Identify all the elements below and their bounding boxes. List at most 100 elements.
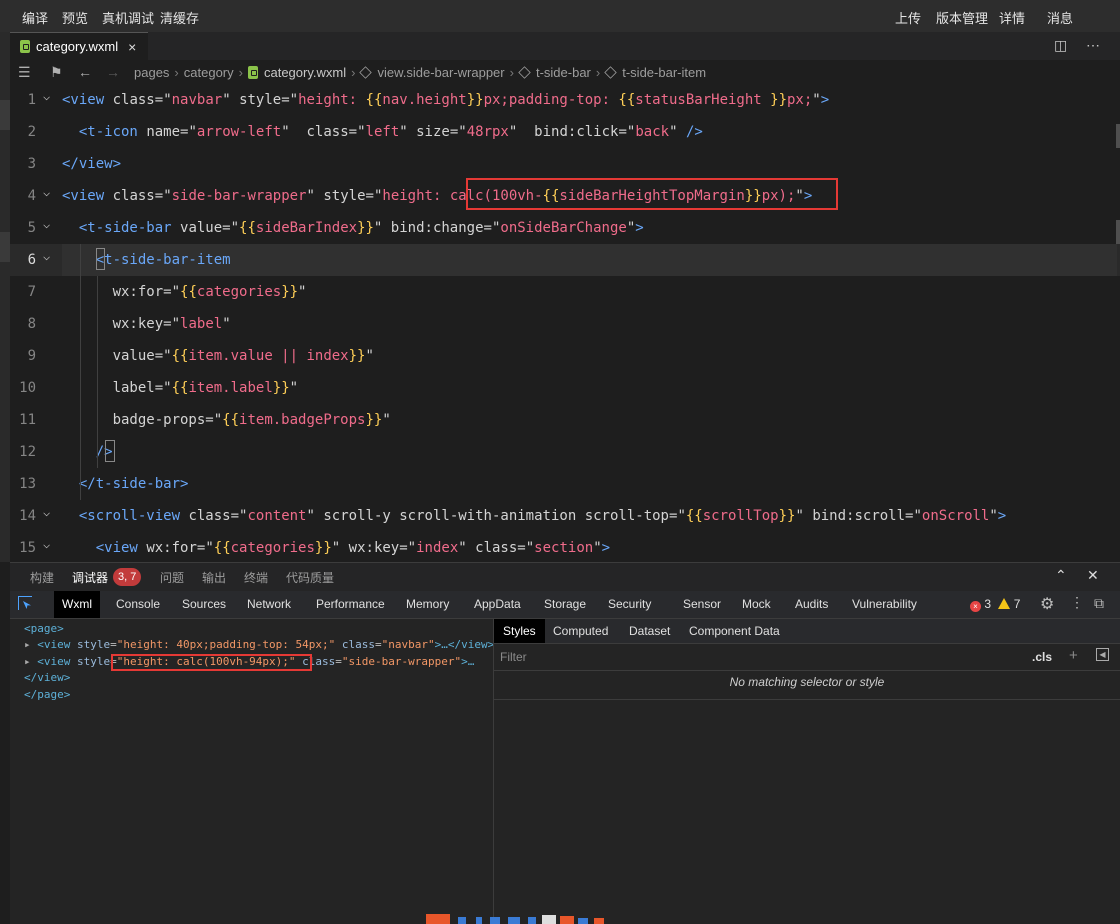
code-text: <t-icon name="arrow-left" class="left" s… (78, 124, 703, 140)
devtools-tab-storage[interactable]: Storage (536, 591, 594, 618)
cls-toggle-button[interactable]: .cls (1032, 650, 1052, 664)
list-icon[interactable]: ☰ (18, 64, 36, 81)
debugger-count-badge: 3, 7 (113, 568, 142, 586)
code-line[interactable]: 11 badge-props="{{item.badgeProps}}" (10, 404, 1120, 436)
styles-filter-input[interactable]: Filter (500, 650, 527, 664)
code-text: <view class="navbar" style="height: {{na… (62, 92, 830, 108)
fold-chevron-icon[interactable]: ⌵ (43, 208, 50, 240)
breadcrumb-item-view[interactable]: view.side-bar-wrapper (377, 65, 504, 80)
code-line[interactable]: 12/> (10, 436, 1120, 468)
code-line[interactable]: 8 wx:key="label" (10, 308, 1120, 340)
expand-triangle-icon[interactable]: ▸ (24, 655, 31, 668)
panel-tab-debugger[interactable]: 调试器 (72, 569, 108, 586)
code-line[interactable]: 9 value="{{item.value || index}}" (10, 340, 1120, 372)
devtools-tab-sources[interactable]: Sources (174, 591, 234, 618)
error-count: 3 (984, 597, 992, 611)
code-line[interactable]: 5 ⌵ <t-side-bar value="{{sideBarIndex}}" b… (10, 212, 1120, 244)
indent-guide (80, 244, 81, 500)
preview-button[interactable]: 预览 (62, 8, 88, 27)
tab-category-wxml[interactable]: category.wxml × (10, 32, 148, 60)
more-actions-icon[interactable]: ⋯ (1086, 37, 1100, 54)
code-line[interactable]: 10 label="{{item.label}}" (10, 372, 1120, 404)
wxml-file-icon (247, 65, 258, 79)
fold-chevron-icon[interactable]: ⌵ (43, 528, 50, 560)
tree-node-navbar[interactable]: ▸ <view style="height: 40px;padding-top:… (24, 637, 494, 653)
panel-tab-problems[interactable]: 问题 (160, 569, 184, 586)
tree-node-page-close[interactable]: </page> (24, 687, 70, 703)
fold-chevron-icon[interactable]: ⌵ (43, 84, 50, 112)
devtools-tab-wxml[interactable]: Wxml (54, 591, 100, 618)
fold-chevron-icon[interactable]: ⌵ (43, 176, 50, 208)
code-text: badge-props="{{item.badgeProps}}" (112, 412, 391, 428)
code-line[interactable]: 6 ⌵ <t-side-bar-item (10, 244, 1120, 276)
panel-tab-output[interactable]: 输出 (202, 569, 226, 586)
code-line[interactable]: 1 ⌵ <view class="navbar" style="height: {{… (10, 84, 1120, 116)
collapse-panel-icon[interactable]: ⌃ (1055, 567, 1067, 584)
clear-cache-button[interactable]: 清缓存 (160, 8, 199, 27)
back-arrow-icon[interactable]: ← (78, 64, 92, 80)
version-management-button[interactable]: 版本管理 (936, 8, 988, 27)
devtools-tab-mock[interactable]: Mock (734, 591, 779, 618)
settings-gear-icon[interactable]: ⚙ (1040, 594, 1054, 614)
forward-arrow-icon[interactable]: → (106, 64, 120, 80)
devtools-tab-appdata[interactable]: AppData (466, 591, 529, 618)
devtools-tab-performance[interactable]: Performance (308, 591, 393, 618)
add-rule-icon[interactable]: + (1069, 647, 1078, 664)
split-editor-icon[interactable]: ◫ (1054, 37, 1067, 54)
devtools-tab-bar: Wxml Console Sources Network Performance… (10, 591, 1120, 619)
code-line[interactable]: 3 </view> (10, 148, 1120, 180)
line-number: 10 (19, 380, 36, 396)
toggle-sidebar-icon[interactable]: ◀ (1096, 648, 1109, 661)
code-text: <scroll-view class="content" scroll-y sc… (78, 508, 1007, 524)
upload-button[interactable]: 上传 (895, 8, 921, 27)
breadcrumb-item-category[interactable]: category (184, 65, 234, 80)
tab-close-icon[interactable]: × (128, 39, 136, 55)
warning-count: 7 (1013, 597, 1021, 611)
panel-tab-build[interactable]: 构建 (30, 569, 54, 586)
code-line[interactable]: 15 ⌵ <view wx:for="{{categories}}" wx:key=… (10, 532, 1120, 560)
panel-tab-terminal[interactable]: 终端 (244, 569, 268, 586)
fold-chevron-icon[interactable]: ⌵ (43, 240, 50, 272)
device-debug-button[interactable]: 真机调试 (102, 8, 154, 27)
devtools-tab-audits[interactable]: Audits (787, 591, 836, 618)
code-line[interactable]: 13 </t-side-bar> (10, 468, 1120, 500)
tree-node-page[interactable]: <page> (24, 621, 64, 637)
code-line[interactable]: 2 <t-icon name="arrow-left" class="left" … (10, 116, 1120, 148)
more-options-icon[interactable]: ⋮ (1070, 594, 1084, 611)
code-line[interactable]: 7 wx:for="{{categories}}" (10, 276, 1120, 308)
close-panel-icon[interactable]: ✕ (1087, 567, 1099, 584)
breadcrumb-item-side-bar[interactable]: t-side-bar (536, 65, 591, 80)
top-toolbar: 编译 预览 真机调试 清缓存 上传 版本管理 详情 消息 (0, 0, 1120, 32)
inspect-element-icon[interactable] (18, 596, 32, 610)
line-number: 15 (19, 540, 36, 556)
code-editor[interactable]: 1 ⌵ <view class="navbar" style="height: {{… (10, 84, 1120, 560)
devtools-tab-console[interactable]: Console (108, 591, 168, 618)
line-number: 14 (19, 508, 36, 524)
details-button[interactable]: 详情 (999, 8, 1025, 27)
fold-chevron-icon[interactable]: ⌵ (43, 496, 50, 528)
tab-component-data[interactable]: Component Data (680, 619, 789, 643)
tree-node-view-close[interactable]: </view> (24, 670, 70, 686)
messages-button[interactable]: 消息 (1047, 8, 1073, 27)
compile-button[interactable]: 编译 (22, 8, 48, 27)
panel-tab-code-quality[interactable]: 代码质量 (286, 569, 334, 586)
devtools-tab-sensor[interactable]: Sensor (675, 591, 729, 618)
code-line[interactable]: 14 ⌵ <scroll-view class="content" scroll-y… (10, 500, 1120, 532)
chevron-right-icon: › (174, 64, 179, 80)
tab-computed[interactable]: Computed (544, 619, 617, 643)
breadcrumb-item-side-bar-item[interactable]: t-side-bar-item (622, 65, 706, 80)
breadcrumb-item-pages[interactable]: pages (134, 65, 169, 80)
wxml-tree-pane[interactable]: <page> ▸ <view style="height: 40px;paddi… (10, 619, 494, 924)
devtools-tab-vulnerability[interactable]: Vulnerability (844, 591, 925, 618)
devtools-tab-network[interactable]: Network (239, 591, 299, 618)
tab-styles[interactable]: Styles (494, 619, 545, 643)
devtools-tab-memory[interactable]: Memory (398, 591, 457, 618)
issue-counter[interactable]: × 3 7 (970, 597, 1020, 612)
bookmark-icon[interactable]: ⚑ (50, 64, 64, 81)
devtools-tab-security[interactable]: Security (600, 591, 659, 618)
wxml-file-icon (20, 40, 30, 53)
dock-icon[interactable]: ⧉ (1094, 595, 1104, 612)
breadcrumb-item-file[interactable]: category.wxml (264, 65, 346, 80)
tab-dataset[interactable]: Dataset (620, 619, 679, 643)
expand-triangle-icon[interactable]: ▸ (24, 638, 31, 651)
